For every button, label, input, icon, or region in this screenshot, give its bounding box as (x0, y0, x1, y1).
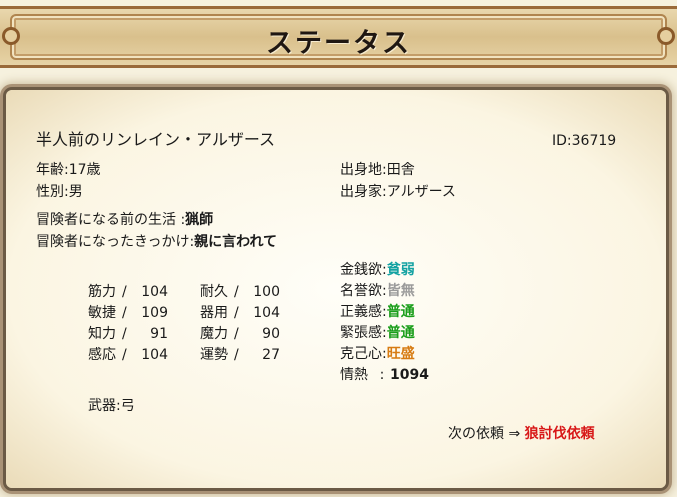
page-title: ステータス (266, 28, 411, 59)
stat-sep: / (234, 326, 239, 342)
stat-sep: / (122, 284, 127, 300)
stat-magic: 魔力 / 90 (200, 324, 280, 345)
trait-value: 普通 (386, 304, 415, 320)
stat-label: 敏捷 (88, 305, 116, 321)
stat-value: 91 (150, 326, 168, 342)
gender-value: 男 (68, 184, 83, 200)
family-value: アルザース (386, 184, 456, 200)
stat-sep: / (122, 347, 127, 363)
stat-label: 感応 (88, 347, 116, 363)
stat-label: 運勢 (200, 347, 228, 363)
family-label: 出身家: (340, 184, 387, 200)
trait-label: 情熱 (340, 367, 368, 383)
stat-sep: / (234, 347, 239, 363)
status-panel: 半人前のリンレイン・アルザース ID:36719 年齢:17歳 性別:男 出身地… (6, 90, 666, 488)
trait-value: 貧弱 (386, 262, 415, 278)
trait-label: 金銭欲: (340, 262, 387, 278)
family-row: 出身家:アルザース (340, 182, 456, 202)
stat-label: 耐久 (200, 284, 228, 300)
stat-luck: 運勢 / 27 (200, 345, 280, 366)
reason-row: 冒険者になったきっかけ:親に言われて (36, 232, 277, 252)
trait-value: 普通 (386, 325, 415, 341)
stat-strength: 筋力 / 104 (88, 282, 168, 303)
header-banner: ステータス (0, 6, 677, 68)
gender-row: 性別:男 (36, 182, 83, 202)
next-request-link[interactable]: 狼討伐依頼 (525, 426, 595, 442)
gender-label: 性別: (36, 184, 69, 200)
birthplace-label: 出身地: (340, 162, 387, 178)
trait-fame: 名誉欲:皆無 (340, 281, 415, 301)
trait-passion: 情熱:1094 (340, 365, 429, 385)
stat-sep: / (234, 305, 239, 321)
stat-label: 知力 (88, 326, 116, 342)
prev-life-row: 冒険者になる前の生活 :猟師 (36, 210, 213, 230)
trait-sep: : (379, 367, 385, 383)
prev-life-label: 冒険者になる前の生活 : (36, 212, 186, 228)
birthplace-value: 田舎 (386, 162, 415, 178)
stat-sep: / (122, 326, 127, 342)
stat-label: 筋力 (88, 284, 116, 300)
trait-tension: 緊張感:普通 (340, 323, 415, 343)
stat-value: 104 (253, 305, 280, 321)
stat-label: 器用 (200, 305, 228, 321)
birthplace-row: 出身地:田舎 (340, 160, 415, 180)
prev-life-value: 猟師 (185, 212, 214, 228)
stat-value: 100 (253, 284, 280, 300)
character-name: 半人前のリンレイン・アルザース (36, 130, 276, 149)
stat-sep: / (122, 305, 127, 321)
stat-sep: / (234, 284, 239, 300)
stat-agility: 敏捷 / 109 (88, 303, 168, 324)
trait-label: 正義感: (340, 304, 387, 320)
arrow-right-icon: ⇒ (508, 426, 521, 442)
weapon-value: 弓 (120, 398, 135, 414)
weapon-row: 武器:弓 (88, 396, 135, 416)
trait-value: 1094 (390, 367, 429, 383)
stat-sensitivity: 感応 / 104 (88, 345, 168, 366)
id-label: ID: (552, 133, 572, 149)
stat-dexterity: 器用 / 104 (200, 303, 280, 324)
stat-intelligence: 知力 / 91 (88, 324, 168, 345)
trait-label: 名誉欲: (340, 283, 387, 299)
trait-label: 克己心: (340, 346, 387, 362)
character-id: ID:36719 (552, 131, 616, 151)
age-row: 年齢:17歳 (36, 160, 101, 180)
trait-value: 皆無 (386, 283, 415, 299)
stat-value: 27 (262, 347, 280, 363)
reason-label: 冒険者になったきっかけ: (36, 234, 195, 250)
next-request-label: 次の依頼 (448, 426, 504, 442)
age-label: 年齢: (36, 162, 69, 178)
stat-value: 104 (141, 284, 168, 300)
trait-greed: 金銭欲:貧弱 (340, 260, 415, 280)
trait-value: 旺盛 (386, 346, 415, 362)
trait-justice: 正義感:普通 (340, 302, 415, 322)
stat-value: 109 (141, 305, 168, 321)
trait-self-control: 克己心:旺盛 (340, 344, 415, 364)
stat-endurance: 耐久 / 100 (200, 282, 280, 303)
trait-label: 緊張感: (340, 325, 387, 341)
next-request: 次の依頼 ⇒ 狼討伐依頼 (448, 424, 595, 444)
id-value: 36719 (571, 133, 617, 149)
stat-label: 魔力 (200, 326, 228, 342)
stat-value: 90 (262, 326, 280, 342)
reason-value: 親に言われて (194, 234, 278, 250)
weapon-label: 武器: (88, 398, 121, 414)
age-value: 17歳 (68, 162, 101, 178)
stat-value: 104 (141, 347, 168, 363)
